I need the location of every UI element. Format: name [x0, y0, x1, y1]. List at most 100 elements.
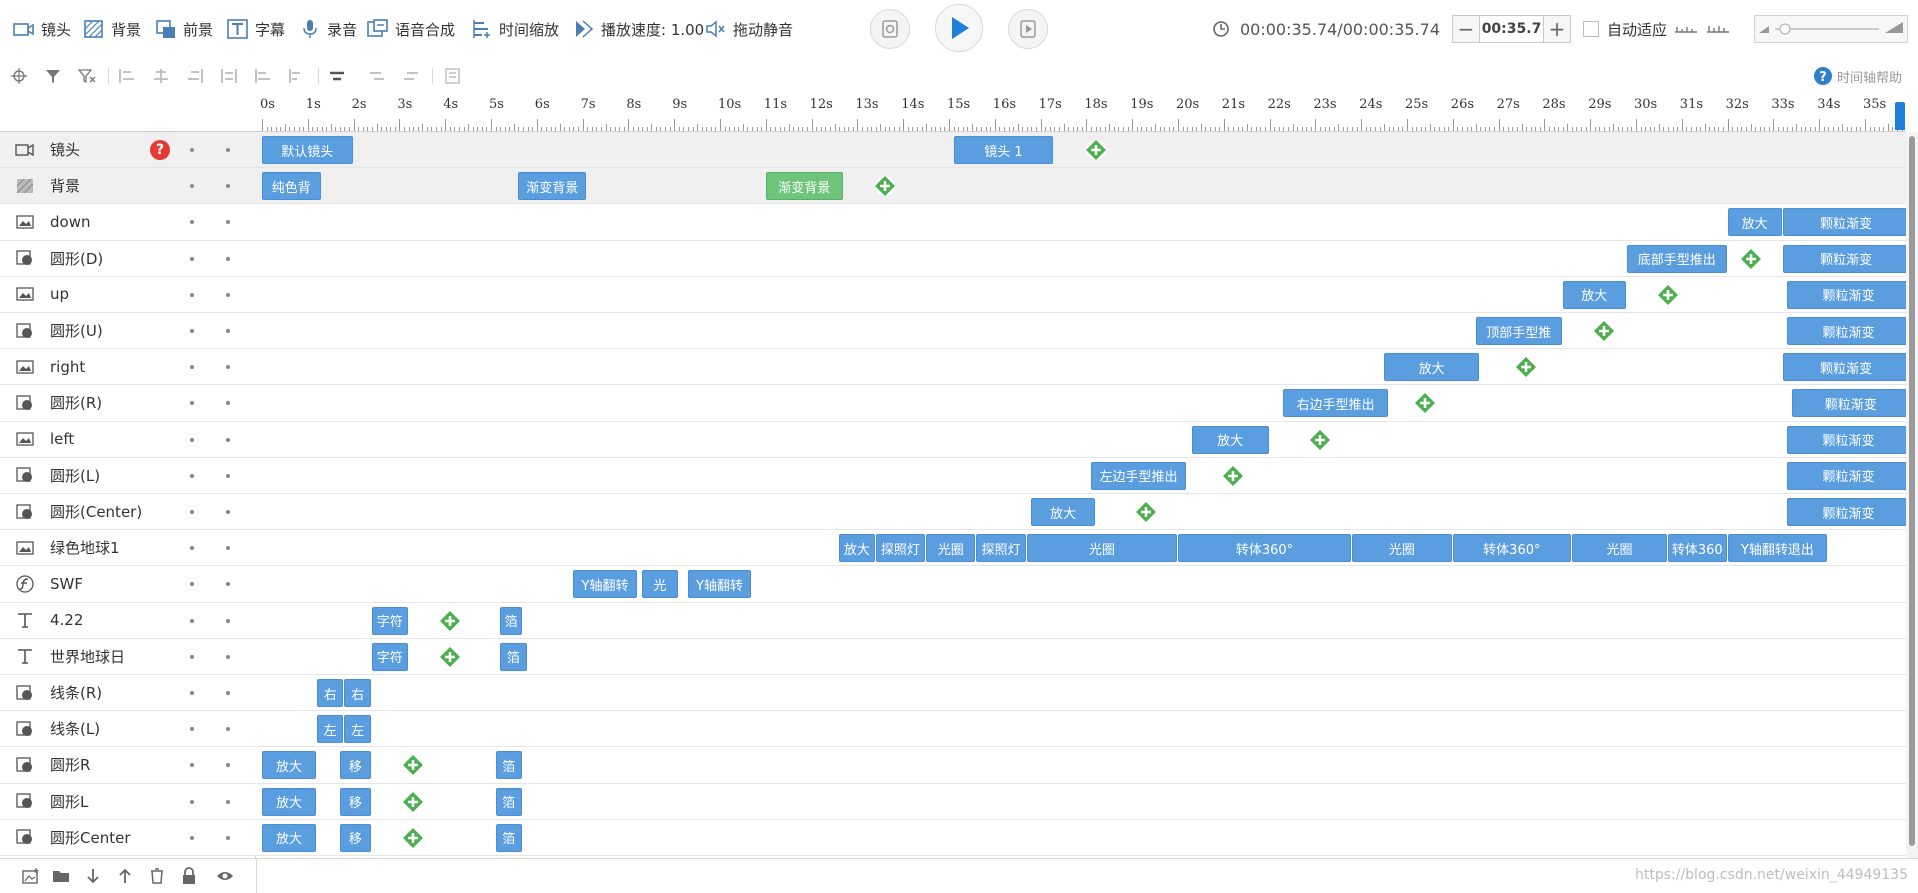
add-effect-icon[interactable]: [1222, 465, 1244, 487]
track-lane[interactable]: 放大 颗粒渐变: [256, 204, 1906, 241]
zoom-value[interactable]: 00:35.7: [1479, 16, 1544, 42]
timeline-clip[interactable]: 右: [344, 679, 371, 707]
track-lane[interactable]: 右右: [256, 675, 1906, 712]
timeline-clip[interactable]: 放大: [839, 534, 875, 563]
track-visibility-toggle[interactable]: [190, 691, 194, 695]
track-header[interactable]: 4.22: [0, 602, 256, 639]
auto-fit-toggle[interactable]: 自动适应: [1583, 17, 1733, 41]
track-visibility-toggle[interactable]: [190, 220, 194, 225]
timeline-clip[interactable]: 放大: [1191, 425, 1269, 454]
track-visibility-toggle[interactable]: [190, 365, 194, 370]
drag-mute-button[interactable]: 拖动静音: [704, 17, 793, 41]
track-lane[interactable]: 底部手型推出 颗粒渐变: [256, 241, 1906, 277]
foreground-button[interactable]: 前景: [154, 17, 213, 41]
timeline-clip[interactable]: 放大: [262, 787, 316, 816]
timeline-clip[interactable]: 颗粒渐变: [1787, 280, 1906, 309]
timeline-clip[interactable]: 颗粒渐变: [1782, 244, 1906, 273]
track-header[interactable]: 圆形(U): [0, 313, 256, 350]
shift-left-button[interactable]: [366, 66, 388, 86]
distribute-button[interactable]: [218, 66, 240, 86]
move-up-button[interactable]: [114, 865, 136, 887]
timeline-clip[interactable]: 颗粒渐变: [1787, 498, 1906, 526]
track-header[interactable]: 圆形(L): [0, 457, 256, 494]
add-effect-icon[interactable]: [439, 610, 461, 632]
add-effect-icon[interactable]: [1657, 284, 1679, 306]
timeline-clip[interactable]: 移: [339, 787, 371, 816]
timeline-clip[interactable]: 放大: [262, 823, 316, 852]
same-end-button[interactable]: [286, 66, 308, 86]
track-visibility-toggle[interactable]: [190, 727, 194, 732]
track-visibility-toggle[interactable]: [190, 835, 194, 840]
time-scale-button[interactable]: 时间缩放: [470, 17, 559, 41]
timeline-clip[interactable]: 放大: [262, 751, 316, 780]
zoom-slider[interactable]: [1754, 15, 1908, 43]
move-down-button[interactable]: [82, 865, 104, 887]
track-lane[interactable]: 放大 颗粒渐变: [256, 349, 1906, 386]
track-visibility-toggle[interactable]: [190, 184, 194, 189]
scrollbar-thumb[interactable]: [1909, 136, 1915, 846]
track-header[interactable]: 圆形(Center): [0, 494, 256, 531]
timeline-clip[interactable]: Y轴翻转: [573, 570, 637, 599]
timeline-clip[interactable]: 纯色背: [262, 172, 321, 201]
timeline-clip[interactable]: 字符: [371, 642, 408, 671]
track-visibility-toggle[interactable]: [190, 292, 194, 297]
record-button[interactable]: 录音: [298, 17, 357, 41]
timeline-clip[interactable]: Y轴翻转退出: [1727, 534, 1828, 563]
timeline-clip[interactable]: 光圈: [1026, 534, 1177, 563]
track-visibility-toggle[interactable]: [190, 799, 194, 804]
align-right-button[interactable]: [184, 66, 206, 86]
timeline-clip[interactable]: 右: [316, 679, 344, 707]
track-lock-toggle[interactable]: [226, 473, 230, 478]
timeline-area[interactable]: 默认镜头 镜头 1 纯色背 渐变背景 渐变背景 放大 颗粒渐变 底部手型推出 颗粒渐变 放大 颗粒渐…: [256, 132, 1906, 858]
track-header[interactable]: right: [0, 349, 256, 386]
track-lane[interactable]: 纯色背 渐变背景 渐变背景: [256, 168, 1906, 205]
track-lane[interactable]: 放大 颗粒渐变: [256, 277, 1906, 313]
track-lane[interactable]: 字符 箔: [256, 639, 1906, 675]
preview-button[interactable]: [870, 9, 910, 49]
track-lane[interactable]: 默认镜头 镜头 1: [256, 132, 1906, 169]
add-effect-icon[interactable]: [1085, 139, 1107, 161]
track-header[interactable]: 圆形Center: [0, 819, 256, 856]
track-header[interactable]: 绿色地球1: [0, 530, 256, 567]
add-effect-icon[interactable]: [1593, 320, 1615, 342]
track-lane[interactable]: 放大 颗粒渐变: [256, 422, 1906, 458]
track-visibility-toggle[interactable]: [190, 654, 194, 659]
timeline-clip[interactable]: 探照灯: [976, 534, 1026, 563]
track-lock-toggle[interactable]: [226, 329, 230, 333]
zoom-plus-button[interactable]: +: [1544, 16, 1570, 42]
track-lane[interactable]: 左边手型推出 颗粒渐变: [256, 458, 1906, 494]
track-visibility-toggle[interactable]: [190, 329, 194, 333]
track-visibility-toggle[interactable]: [190, 473, 194, 478]
track-lock-toggle[interactable]: [226, 582, 230, 587]
same-start-button[interactable]: [252, 66, 274, 86]
track-visibility-toggle[interactable]: [190, 437, 194, 442]
timeline-clip[interactable]: 箔: [495, 787, 523, 816]
subtitle-button[interactable]: 字幕: [226, 17, 285, 41]
timeline-clip[interactable]: 转体360°: [1452, 534, 1571, 563]
align-center-button[interactable]: [150, 66, 172, 86]
timeline-clip[interactable]: 颗粒渐变: [1782, 208, 1906, 237]
timeline-clip[interactable]: 探照灯: [875, 534, 926, 563]
track-lock-toggle[interactable]: [226, 727, 230, 732]
visibility-button[interactable]: [214, 865, 236, 887]
track-visibility-toggle[interactable]: [190, 510, 194, 514]
add-effect-icon[interactable]: [402, 827, 424, 849]
timeline-clip[interactable]: 箔: [500, 642, 527, 671]
timeline-clip[interactable]: 光圈: [1571, 534, 1668, 563]
track-lock-toggle[interactable]: [226, 184, 230, 189]
track-lane[interactable]: 放大移 箔: [256, 784, 1906, 820]
track-header[interactable]: SWF: [0, 566, 256, 603]
track-lane[interactable]: 右边手型推出 颗粒渐变: [256, 385, 1906, 422]
track-header[interactable]: 圆形R: [0, 747, 256, 784]
track-header[interactable]: 世界地球日: [0, 638, 256, 675]
add-effect-icon[interactable]: [402, 754, 424, 776]
timeline-clip[interactable]: 颗粒渐变: [1787, 317, 1906, 345]
track-help-icon[interactable]: ?: [150, 139, 170, 160]
track-lock-toggle[interactable]: [226, 654, 230, 659]
timeline-clip[interactable]: 颗粒渐变: [1782, 353, 1906, 382]
track-lane[interactable]: 放大移 箔: [256, 747, 1906, 784]
vertical-scrollbar[interactable]: [1906, 132, 1918, 858]
filter-button[interactable]: [42, 66, 64, 86]
folder-button[interactable]: [50, 865, 72, 887]
timeline-clip[interactable]: 镜头 1: [953, 136, 1054, 164]
